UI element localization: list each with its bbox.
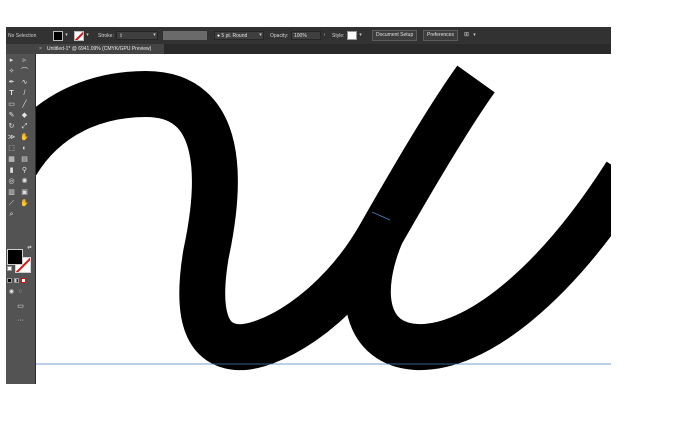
pen-icon[interactable]: ✒ bbox=[7, 78, 16, 87]
artboard-icon[interactable]: ▣ bbox=[20, 188, 29, 197]
variable-width-profile[interactable] bbox=[163, 31, 207, 40]
zoom-icon[interactable]: ⌕ bbox=[7, 210, 16, 219]
brush-dropdown-icon[interactable]: ▾ bbox=[258, 31, 263, 40]
brush-dot-icon: ● bbox=[217, 33, 221, 39]
opacity-expand-icon[interactable]: › bbox=[322, 31, 327, 40]
width-icon[interactable]: ≫ bbox=[7, 133, 16, 142]
brush-definition-dropdown[interactable]: ● 5 pt. Round bbox=[214, 31, 264, 40]
opacity-input[interactable]: 100% bbox=[291, 31, 321, 40]
more-tools-icon[interactable]: ··· bbox=[14, 316, 27, 325]
opacity-label: Opacity: bbox=[270, 33, 289, 39]
arrange-dropdown-icon[interactable]: ▾ bbox=[472, 31, 477, 40]
tab-title: Untitled-1* @ 6941.09% (CMYK/GPU Preview… bbox=[47, 46, 152, 52]
draw-normal-icon[interactable]: ◉ bbox=[7, 288, 16, 297]
document-setup-button[interactable]: Document Setup bbox=[372, 30, 418, 41]
control-bar: No Selection ▾ ▾ Stroke: ⇕ ▾ ● 5 pt. Rou… bbox=[6, 27, 611, 44]
thick-black-stroke-path[interactable] bbox=[36, 65, 495, 371]
paintbrush-icon[interactable]: ╱ bbox=[20, 100, 29, 109]
lasso-icon[interactable]: ⌒ bbox=[20, 67, 29, 76]
preferences-button[interactable]: Preferences bbox=[423, 30, 458, 41]
shape-builder-icon[interactable]: ◐ bbox=[20, 144, 29, 153]
fill-dropdown-icon[interactable]: ▾ bbox=[64, 31, 69, 40]
scale-icon[interactable]: ⤢ bbox=[20, 122, 29, 131]
style-dropdown-icon[interactable]: ▾ bbox=[358, 31, 363, 40]
stroke-label: Stroke: bbox=[98, 33, 114, 39]
screen-mode-icon[interactable]: ▭ bbox=[14, 302, 27, 311]
swap-fill-stroke-icon[interactable]: ⇄ bbox=[25, 244, 34, 253]
column-graph-icon[interactable]: ▥ bbox=[7, 188, 16, 197]
warp-icon[interactable]: ✋ bbox=[20, 133, 29, 142]
eyedropper-icon[interactable]: ⚲ bbox=[20, 166, 29, 175]
selection-icon[interactable]: ▸ bbox=[7, 56, 16, 65]
rotate-icon[interactable]: ↻ bbox=[7, 122, 16, 131]
symbol-sprayer-icon[interactable]: ✺ bbox=[20, 177, 29, 186]
stroke-dropdown-icon[interactable]: ▾ bbox=[85, 31, 90, 40]
free-transform-icon[interactable]: ⬚ bbox=[7, 144, 16, 153]
selection-status: No Selection bbox=[8, 33, 37, 39]
close-tab-icon[interactable]: × bbox=[39, 44, 42, 54]
blend-icon[interactable]: ◎ bbox=[7, 177, 16, 186]
tab-untitled-1[interactable]: × Untitled-1* @ 6941.09% (CMYK/GPU Previ… bbox=[6, 44, 164, 54]
document-tab-bar: × Untitled-1* @ 6941.09% (CMYK/GPU Previ… bbox=[6, 44, 611, 54]
line-icon[interactable]: / bbox=[20, 89, 29, 98]
graphic-style-swatch[interactable] bbox=[347, 31, 357, 40]
style-label: Style: bbox=[332, 33, 345, 39]
curved-stroke-artwork[interactable] bbox=[36, 54, 611, 384]
arrange-documents-icon[interactable]: ⊞ bbox=[462, 31, 471, 40]
draw-behind-icon[interactable]: ◌ bbox=[16, 288, 25, 297]
stroke-weight-dropdown-icon[interactable]: ▾ bbox=[152, 31, 157, 40]
stroke-swatch[interactable] bbox=[74, 31, 84, 41]
type-icon[interactable]: T bbox=[7, 89, 16, 98]
slice-icon[interactable]: ⟋ bbox=[7, 199, 16, 208]
gradient-mode-icon[interactable] bbox=[14, 278, 19, 283]
none-mode-icon[interactable] bbox=[21, 278, 26, 283]
stepper-icon[interactable]: ⇕ bbox=[119, 33, 123, 39]
eraser-icon[interactable]: ◆ bbox=[20, 111, 29, 120]
pencil-icon[interactable]: ✎ bbox=[7, 111, 16, 120]
tools-panel: ▸ ▹ ✧ ⌒ ✒ ∿ T / ▭ ╱ ✎ ◆ ↻ ⤢ ≫ ✋ ⬚ ◐ ▦ ▤ … bbox=[6, 54, 36, 384]
gradient-icon[interactable]: ▮ bbox=[7, 166, 16, 175]
direct-selection-icon[interactable]: ▹ bbox=[20, 56, 29, 65]
fill-color-swatch[interactable] bbox=[7, 249, 23, 265]
rectangle-icon[interactable]: ▭ bbox=[7, 100, 16, 109]
curvature-icon[interactable]: ∿ bbox=[20, 78, 29, 87]
hand-icon[interactable]: ✋ bbox=[20, 199, 29, 208]
perspective-icon[interactable]: ▦ bbox=[7, 155, 16, 164]
fill-swatch[interactable] bbox=[53, 31, 63, 41]
mesh-icon[interactable]: ▤ bbox=[20, 155, 29, 164]
color-mode-icon[interactable] bbox=[7, 278, 12, 283]
magic-wand-icon[interactable]: ✧ bbox=[7, 67, 16, 76]
brush-definition-value: 5 pt. Round bbox=[221, 33, 248, 39]
default-fill-stroke-icon[interactable] bbox=[7, 266, 12, 271]
artboard-canvas[interactable] bbox=[36, 54, 611, 384]
illustrator-window: No Selection ▾ ▾ Stroke: ⇕ ▾ ● 5 pt. Rou… bbox=[6, 27, 611, 384]
